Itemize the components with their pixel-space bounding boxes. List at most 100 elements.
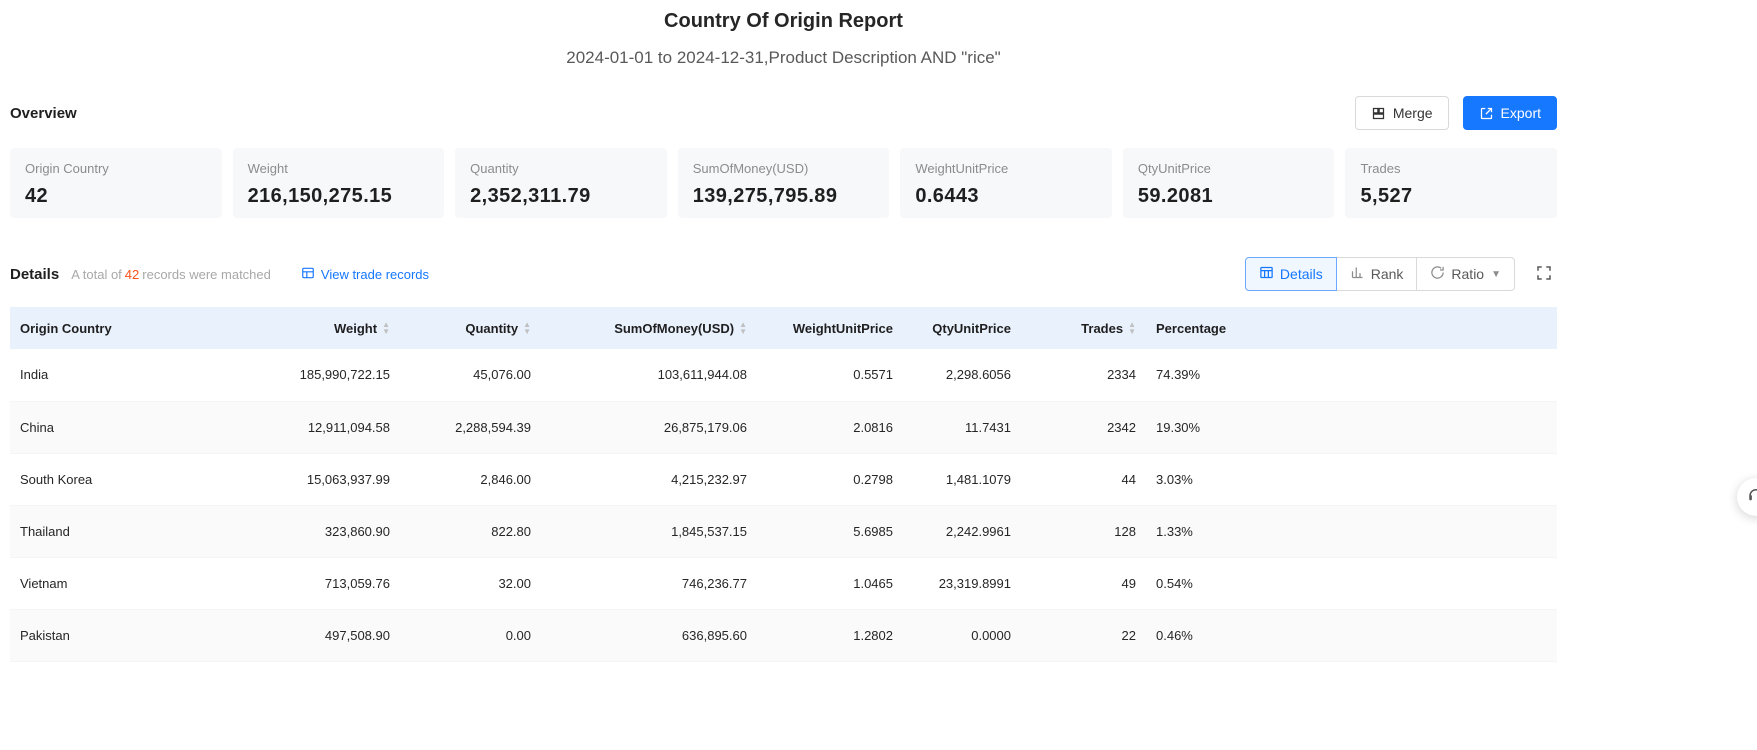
chevron-down-icon: ▼: [1491, 268, 1501, 280]
cell-trades: 49: [1021, 557, 1146, 610]
table-row: South Korea 15,063,937.99 2,846.00 4,215…: [10, 453, 1557, 506]
column-header-weight-unit-price: WeightUnitPrice: [757, 307, 903, 349]
cell-trades: 2334: [1021, 349, 1146, 402]
stat-card-value: 5,527: [1360, 185, 1413, 207]
export-button[interactable]: Export: [1462, 96, 1557, 130]
cell-qty-unit-price: 2,242.9961: [903, 505, 1021, 558]
page-title: Country Of Origin Report: [664, 10, 903, 32]
cell-qty-unit-price: 2,298.6056: [903, 349, 1021, 402]
column-header-quantity[interactable]: Quantity ▲ ▼: [400, 307, 541, 349]
cell-sum-of-money: 746,236.77: [541, 557, 757, 610]
support-fab[interactable]: [1737, 478, 1757, 516]
cell-weight-unit-price: 0.5571: [757, 349, 903, 402]
merge-button[interactable]: Merge: [1354, 96, 1449, 130]
overview-cards: Origin Country 42 Weight 216,150,275.15 …: [10, 148, 1558, 218]
cell-sum-of-money: 103,611,944.08: [541, 349, 757, 402]
details-table: Origin Country Weight ▲ ▼ Quantity ▲ ▼ SumOf…: [10, 307, 1557, 662]
cell-quantity: 822.80: [400, 505, 541, 558]
match-count: 42: [124, 266, 140, 282]
cell-weight: 323,860.90: [266, 505, 400, 558]
cell-weight-unit-price: 1.0465: [757, 557, 903, 610]
tab-details[interactable]: Details: [1244, 257, 1337, 291]
stat-card-label: WeightUnitPrice: [915, 161, 1009, 176]
stat-card-value: 216,150,275.15: [247, 185, 393, 207]
cell-origin-country: India: [10, 349, 266, 402]
stat-card-quantity: Quantity 2,352,311.79: [455, 148, 667, 218]
cell-weight: 185,990,722.15: [266, 349, 400, 402]
rank-icon: [1350, 265, 1365, 283]
tab-ratio-label: Ratio: [1451, 266, 1485, 282]
column-header-qty-unit-price: QtyUnitPrice: [903, 307, 1021, 349]
cell-weight: 713,059.76: [266, 557, 400, 610]
column-header-sum-of-money[interactable]: SumOfMoney(USD) ▲ ▼: [541, 307, 757, 349]
cell-sum-of-money: 1,845,537.15: [541, 505, 757, 558]
sort-icon: ▲ ▼: [1128, 320, 1136, 336]
cell-origin-country: Thailand: [10, 505, 266, 558]
match-summary: A total of 42 records were matched: [71, 267, 271, 282]
table-header-row: Origin Country Weight ▲ ▼ Quantity ▲ ▼ SumOf…: [10, 307, 1557, 349]
cell-percentage: 0.46%: [1146, 609, 1557, 662]
headset-icon: [1747, 486, 1757, 509]
report-subtitle: 2024-01-01 to 2024-12-31,Product Descrip…: [566, 48, 1001, 67]
cell-trades: 44: [1021, 453, 1146, 506]
fullscreen-button[interactable]: [1531, 260, 1557, 289]
details-bar-left: Details A total of 42 records were matched…: [10, 266, 429, 283]
cell-qty-unit-price: 23,319.8991: [903, 557, 1021, 610]
tab-rank[interactable]: Rank: [1335, 257, 1418, 291]
cell-quantity: 0.00: [400, 609, 541, 662]
stat-card-value: 42: [25, 185, 49, 207]
cell-percentage: 0.54%: [1146, 557, 1557, 610]
column-header-origin-country: Origin Country: [10, 307, 266, 349]
table-row: Thailand 323,860.90 822.80 1,845,537.15 …: [10, 505, 1557, 558]
stat-card-weight-unit-price: WeightUnitPrice 0.6443: [900, 148, 1112, 218]
cell-weight-unit-price: 5.6985: [757, 505, 903, 558]
cell-origin-country: Pakistan: [10, 609, 266, 662]
stat-card-label: Quantity: [470, 161, 519, 176]
column-header-percentage: Percentage: [1146, 307, 1557, 349]
stat-card-value: 2,352,311.79: [470, 185, 591, 207]
table-row: India 185,990,722.15 45,076.00 103,611,9…: [10, 349, 1557, 402]
cell-weight-unit-price: 0.2798: [757, 453, 903, 506]
details-bar-right: Details Rank Ratio ▼: [1244, 257, 1557, 291]
export-icon: [1479, 106, 1494, 121]
sort-icon: ▲ ▼: [382, 320, 390, 336]
report-page: Country Of Origin Report 2024-01-01 to 2…: [10, 0, 1558, 662]
table-row: Pakistan 497,508.90 0.00 636,895.60 1.28…: [10, 609, 1557, 662]
cell-qty-unit-price: 0.0000: [903, 609, 1021, 662]
cell-sum-of-money: 636,895.60: [541, 609, 757, 662]
column-header-trades[interactable]: Trades ▲ ▼: [1021, 307, 1146, 349]
table-view-icon: [1259, 265, 1274, 283]
cell-percentage: 1.33%: [1146, 505, 1557, 558]
overview-section-label: Overview: [10, 104, 77, 122]
stat-card-weight: Weight 216,150,275.15: [232, 148, 445, 218]
match-suffix: records were matched: [142, 266, 271, 282]
cell-weight-unit-price: 2.0816: [757, 401, 903, 454]
cell-trades: 128: [1021, 505, 1146, 558]
overview-bar: Overview Merge Export: [10, 94, 1557, 132]
stat-card-origin-country: Origin Country 42: [10, 148, 222, 218]
cell-percentage: 19.30%: [1146, 401, 1557, 454]
cell-sum-of-money: 26,875,179.06: [541, 401, 757, 454]
sort-icon: ▲ ▼: [523, 320, 531, 336]
merge-button-label: Merge: [1392, 105, 1433, 121]
ratio-icon: [1430, 265, 1445, 283]
cell-qty-unit-price: 11.7431: [903, 401, 1021, 454]
cell-weight: 497,508.90: [266, 609, 400, 662]
table-row: Vietnam 713,059.76 32.00 746,236.77 1.04…: [10, 557, 1557, 610]
cell-origin-country: China: [10, 401, 266, 454]
trade-records-icon: [301, 266, 315, 283]
stat-card-sum-of-money: SumOfMoney(USD) 139,275,795.89: [677, 148, 890, 218]
details-section-label: Details: [10, 265, 60, 283]
tab-ratio[interactable]: Ratio ▼: [1416, 257, 1515, 291]
cell-weight: 12,911,094.58: [266, 401, 400, 454]
cell-quantity: 45,076.00: [400, 349, 541, 402]
match-prefix: A total of: [71, 266, 122, 282]
stat-card-label: Trades: [1360, 161, 1401, 176]
column-header-weight[interactable]: Weight ▲ ▼: [266, 307, 400, 349]
cell-quantity: 2,288,594.39: [400, 401, 541, 454]
details-bar: Details A total of 42 records were matched…: [10, 256, 1557, 292]
stat-card-qty-unit-price: QtyUnitPrice 59.2081: [1122, 148, 1335, 218]
cell-trades: 22: [1021, 609, 1146, 662]
merge-icon: [1371, 106, 1386, 121]
view-trade-records-link[interactable]: View trade records: [301, 266, 429, 283]
